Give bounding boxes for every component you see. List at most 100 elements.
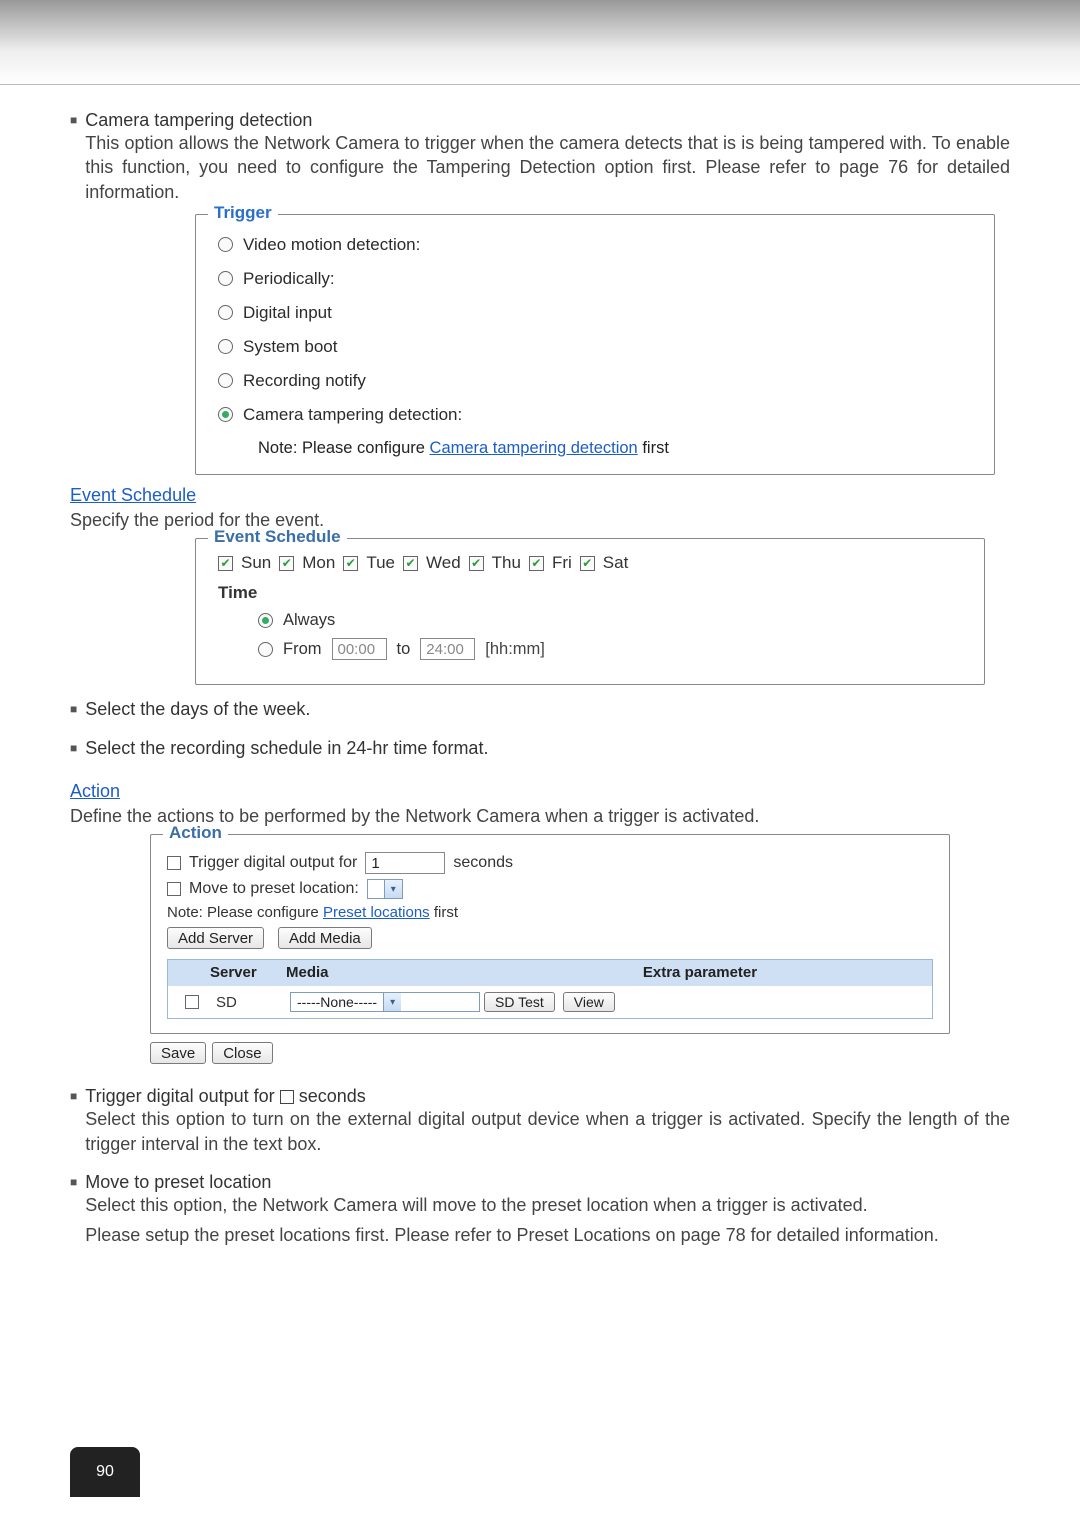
day-label: Thu xyxy=(492,553,521,573)
preset-location-dropdown[interactable]: ▾ xyxy=(367,879,403,899)
trigger-panel: Trigger Video motion detection: Periodic… xyxy=(195,214,995,475)
day-wed-checkbox[interactable] xyxy=(403,556,418,571)
note-desc: Select this option, the Network Camera w… xyxy=(85,1193,939,1217)
day-sat-checkbox[interactable] xyxy=(580,556,595,571)
th-extra: Extra parameter xyxy=(468,960,932,985)
day-label: Mon xyxy=(302,553,335,573)
trigger-option-periodically[interactable]: Periodically: xyxy=(218,269,972,289)
note-desc: Please setup the preset locations first.… xyxy=(85,1223,939,1247)
day-sun-checkbox[interactable] xyxy=(218,556,233,571)
bullet-icon: ■ xyxy=(70,1089,77,1103)
save-button[interactable]: Save xyxy=(150,1042,206,1064)
hhmm-hint: [hh:mm] xyxy=(485,640,545,659)
chevron-down-icon: ▾ xyxy=(384,880,402,898)
sd-test-button[interactable]: SD Test xyxy=(484,992,555,1012)
time-always-row[interactable]: Always xyxy=(258,611,962,630)
trigger-do-seconds-input[interactable] xyxy=(365,852,445,874)
note-text: Select the recording schedule in 24-hr t… xyxy=(85,738,488,759)
radio-on-icon xyxy=(218,407,233,422)
radio-off-icon xyxy=(218,271,233,286)
row-media-dropdown[interactable]: -----None-----▾ xyxy=(290,992,480,1012)
inline-checkbox-icon xyxy=(280,1090,294,1104)
page-number: 90 xyxy=(96,1463,114,1481)
day-label: Fri xyxy=(552,553,572,573)
note-text: Select the days of the week. xyxy=(85,699,310,720)
radio-off-icon xyxy=(258,642,273,657)
event-schedule-panel: Event Schedule Sun Mon Tue Wed Thu Fri S… xyxy=(195,538,985,685)
row-server: SD xyxy=(216,994,286,1011)
action-panel: Action Trigger digital output for second… xyxy=(150,834,950,1034)
note-title: Trigger digital output for xyxy=(85,1086,279,1106)
trigger-do-checkbox[interactable] xyxy=(167,856,181,870)
row-media-label: -----None----- xyxy=(291,994,383,1010)
radio-off-icon xyxy=(218,373,233,388)
preset-locations-link[interactable]: Preset locations xyxy=(323,904,430,921)
note-title: Move to preset location xyxy=(85,1172,271,1192)
day-label: Wed xyxy=(426,553,461,573)
th-server: Server xyxy=(168,960,278,985)
trigger-opt-label: System boot xyxy=(243,337,338,357)
close-button[interactable]: Close xyxy=(212,1042,272,1064)
from-label: From xyxy=(283,640,322,659)
page-number-tab: 90 xyxy=(70,1447,140,1497)
view-button[interactable]: View xyxy=(563,992,615,1012)
day-mon-checkbox[interactable] xyxy=(279,556,294,571)
trigger-option-digital-input[interactable]: Digital input xyxy=(218,303,972,323)
th-media: Media xyxy=(278,960,468,985)
action-heading[interactable]: Action xyxy=(70,781,120,801)
day-label: Sun xyxy=(241,553,271,573)
trigger-option-video[interactable]: Video motion detection: xyxy=(218,235,972,255)
intro-title: Camera tampering detection xyxy=(85,110,312,130)
event-schedule-heading[interactable]: Event Schedule xyxy=(70,485,196,505)
bullet-icon: ■ xyxy=(70,1175,77,1189)
time-label: Time xyxy=(218,583,962,603)
event-schedule-legend: Event Schedule xyxy=(208,527,347,547)
note-text: first xyxy=(430,904,458,921)
add-media-button[interactable]: Add Media xyxy=(278,927,372,949)
trigger-opt-label: Video motion detection: xyxy=(243,235,420,255)
note-title: seconds xyxy=(294,1086,366,1106)
trigger-option-recording-notify[interactable]: Recording notify xyxy=(218,371,972,391)
trigger-opt-label: Camera tampering detection: xyxy=(243,405,462,425)
action-note: Note: Please configure Preset locations … xyxy=(167,904,933,921)
trigger-do-label: Trigger digital output for xyxy=(189,854,357,872)
to-label: to xyxy=(397,640,411,659)
bullet-icon: ■ xyxy=(70,113,77,127)
time-from-row[interactable]: From to [hh:mm] xyxy=(258,638,962,660)
days-row: Sun Mon Tue Wed Thu Fri Sat xyxy=(218,553,962,573)
radio-off-icon xyxy=(218,237,233,252)
add-server-button[interactable]: Add Server xyxy=(167,927,264,949)
note-text: Note: Please configure xyxy=(258,439,430,457)
day-label: Tue xyxy=(366,553,395,573)
radio-off-icon xyxy=(218,339,233,354)
day-thu-checkbox[interactable] xyxy=(469,556,484,571)
to-time-input[interactable] xyxy=(420,638,475,660)
row-sd-checkbox[interactable] xyxy=(185,995,199,1009)
bullet-icon: ■ xyxy=(70,741,77,755)
trigger-opt-label: Digital input xyxy=(243,303,332,323)
intro-desc: This option allows the Network Camera to… xyxy=(85,131,1010,204)
chevron-down-icon: ▾ xyxy=(383,993,401,1011)
trigger-note: Note: Please configure Camera tampering … xyxy=(258,439,972,458)
move-preset-checkbox[interactable] xyxy=(167,882,181,896)
day-fri-checkbox[interactable] xyxy=(529,556,544,571)
trigger-option-camera-tamper[interactable]: Camera tampering detection: xyxy=(218,405,972,425)
day-tue-checkbox[interactable] xyxy=(343,556,358,571)
radio-off-icon xyxy=(218,305,233,320)
note-text: first xyxy=(638,439,669,457)
trigger-do-unit: seconds xyxy=(453,854,513,872)
trigger-opt-label: Recording notify xyxy=(243,371,366,391)
trigger-option-system-boot[interactable]: System boot xyxy=(218,337,972,357)
trigger-opt-label: Periodically: xyxy=(243,269,335,289)
radio-on-icon xyxy=(258,613,273,628)
table-row: SD -----None-----▾ SD Test View xyxy=(168,985,932,1018)
bullet-icon: ■ xyxy=(70,702,77,716)
from-time-input[interactable] xyxy=(332,638,387,660)
action-legend: Action xyxy=(163,823,228,843)
tamper-detection-link[interactable]: Camera tampering detection xyxy=(430,439,638,457)
trigger-legend: Trigger xyxy=(208,203,278,223)
note-text: Note: Please configure xyxy=(167,904,323,921)
day-label: Sat xyxy=(603,553,629,573)
move-preset-label: Move to preset location: xyxy=(189,880,359,898)
always-label: Always xyxy=(283,611,335,630)
